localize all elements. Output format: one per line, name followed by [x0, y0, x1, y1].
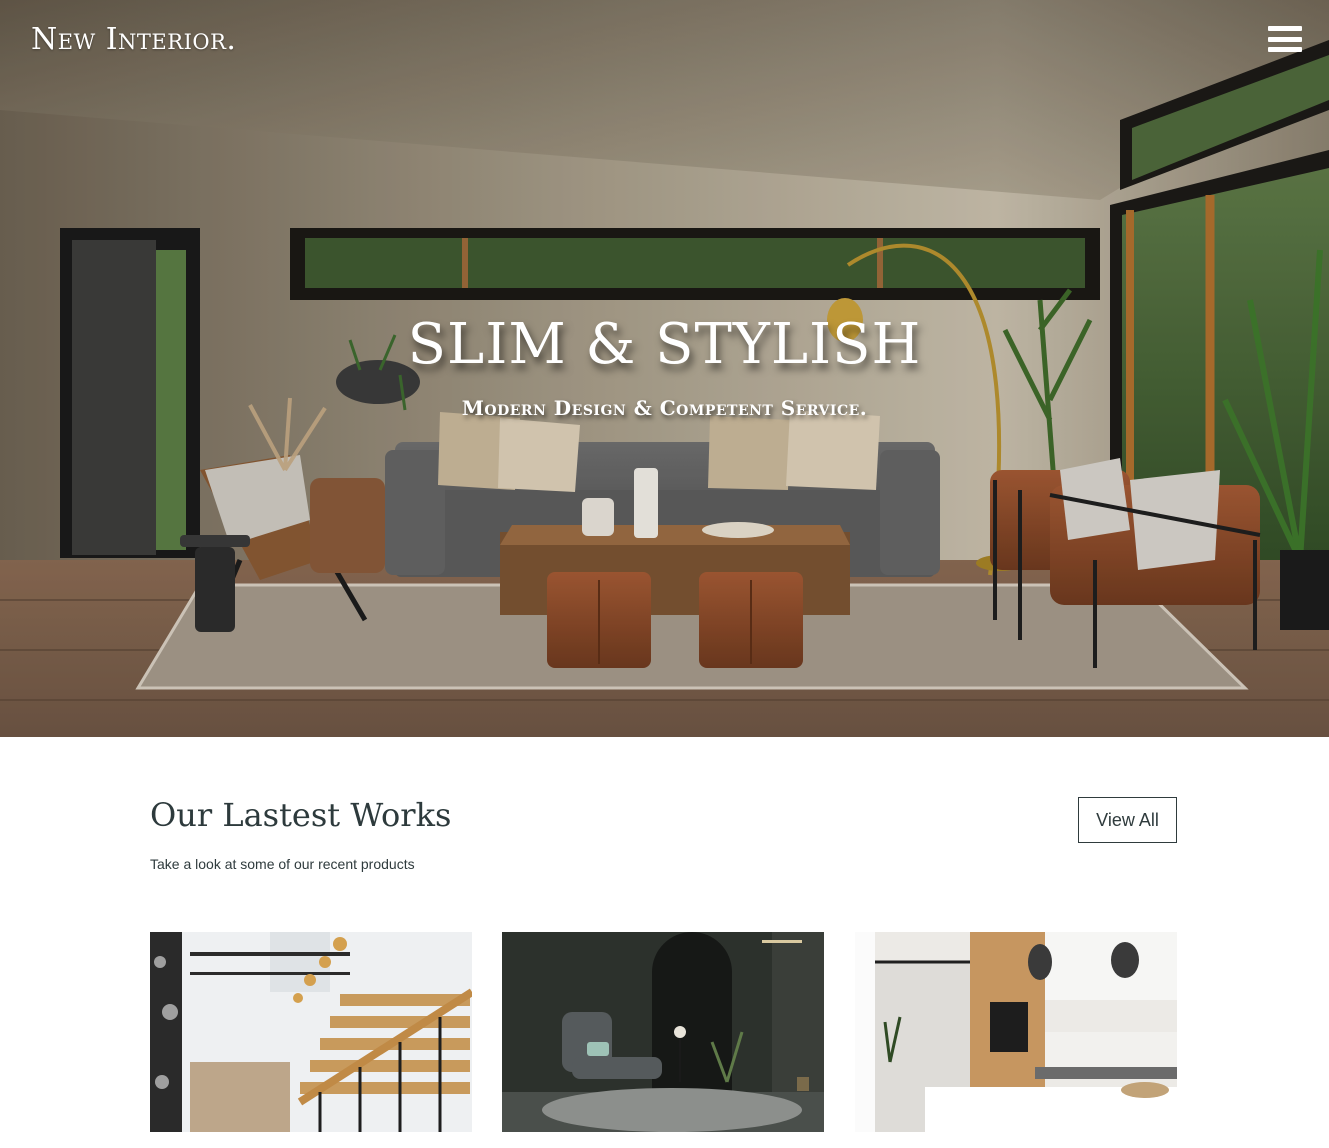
work-card-staircase[interactable] [150, 932, 472, 1132]
work-card-kitchen[interactable] [855, 932, 1177, 1132]
works-section-description: Take a look at some of our recent produc… [150, 856, 415, 872]
menu-bar [1268, 36, 1302, 42]
modern-kitchen-photo [855, 932, 1177, 1132]
staircase-interior-photo [150, 932, 472, 1132]
menu-bar [1268, 47, 1302, 52]
hamburger-menu-icon[interactable] [1268, 26, 1302, 52]
hero-subtitle: Modern Design & Competent Service. [461, 396, 868, 420]
view-all-button[interactable]: View All [1078, 797, 1177, 843]
menu-bar [1268, 26, 1302, 31]
hero-title: SLIM & STYLISH [407, 312, 922, 377]
dark-lounge-chair-photo [502, 932, 824, 1132]
works-section-title: Our Lastest Works [150, 796, 452, 834]
work-card-lounge[interactable] [502, 932, 824, 1132]
site-logo[interactable]: New Interior. [31, 22, 236, 57]
hero-banner: New Interior. SLIM & STYLISH Modern Desi… [0, 0, 1329, 737]
